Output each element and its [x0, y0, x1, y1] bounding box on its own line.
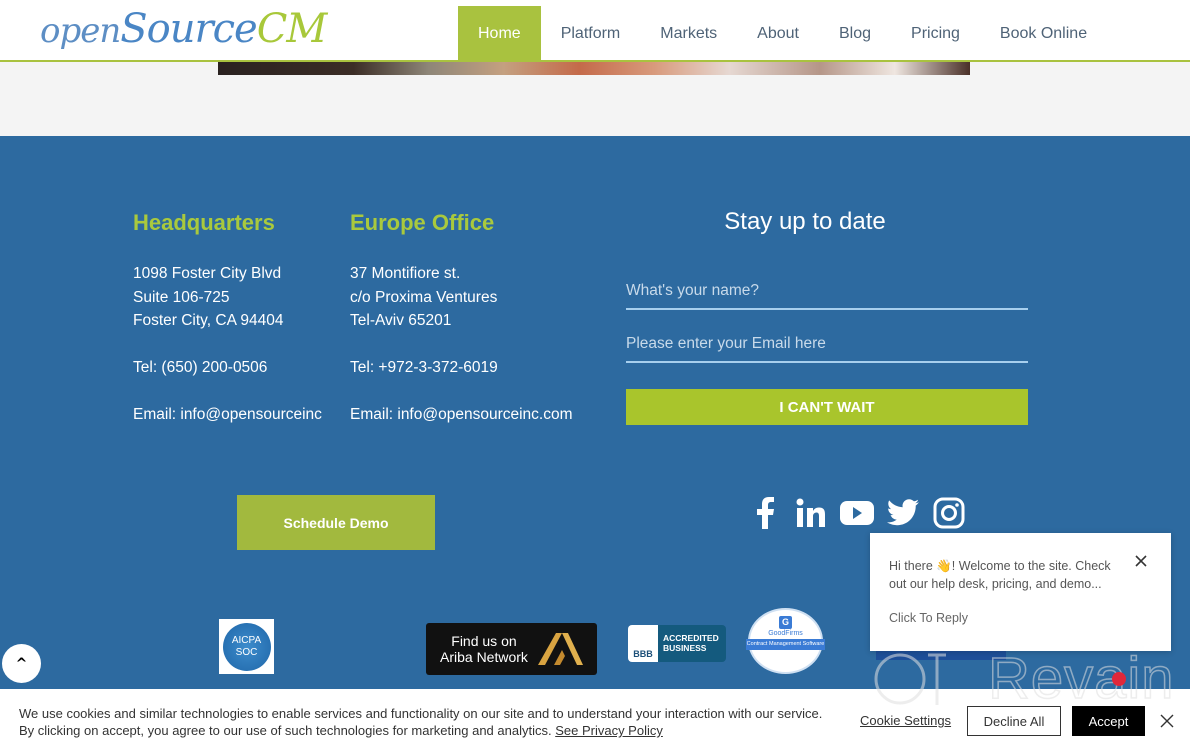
soc-label: SOC	[235, 646, 258, 658]
goodfirms-name: GoodFirms	[768, 630, 803, 637]
aicpa-soc-badge[interactable]: AICPA SOC	[219, 619, 274, 674]
main-nav: Home Platform Markets About Blog Pricing…	[458, 6, 1107, 62]
social-links	[748, 496, 966, 530]
facebook-icon[interactable]	[748, 496, 782, 530]
ariba-line2: Ariba Network	[440, 649, 528, 665]
chevron-up-icon: ^	[15, 655, 28, 672]
ariba-network-badge[interactable]: Find us on Ariba Network	[426, 623, 597, 675]
subscribe-button[interactable]: I CAN'T WAIT	[626, 389, 1028, 425]
hq-email[interactable]: Email: info@opensourceinc	[133, 403, 322, 427]
eu-address-line: 37 Montifiore st.	[350, 265, 461, 282]
site-header: openSourceCM Home Platform Markets About…	[0, 0, 1190, 62]
schedule-demo-button[interactable]: Schedule Demo	[237, 495, 435, 550]
chat-launcher-bar[interactable]	[876, 651, 1006, 660]
bbb-logo: BBB	[628, 625, 658, 662]
eu-address-line: c/o Proxima Ventures	[350, 288, 498, 306]
hq-address-line: 1098 Foster City Blvd	[133, 265, 282, 282]
chat-popup: Hi there 👋! Welcome to the site. Check o…	[870, 533, 1171, 651]
accept-button[interactable]: Accept	[1072, 706, 1145, 736]
nav-markets[interactable]: Markets	[640, 6, 737, 62]
nav-home[interactable]: Home	[458, 6, 541, 62]
hero-image	[218, 62, 970, 75]
chat-reply-link[interactable]: Click To Reply	[889, 611, 968, 625]
europe-office-info: 37 Montifiore st. c/o Proxima Ventures T…	[350, 262, 573, 427]
goodfirms-ribbon: Contract Management Software	[746, 639, 825, 650]
name-input[interactable]	[626, 274, 1028, 310]
nav-pricing[interactable]: Pricing	[891, 6, 980, 62]
notification-dot	[1112, 672, 1126, 686]
cookie-text-line1: We use cookies and similar technologies …	[19, 706, 823, 721]
goodfirms-logo-icon: G	[779, 616, 792, 629]
logo[interactable]: openSourceCM	[40, 6, 328, 52]
youtube-icon[interactable]	[840, 496, 874, 530]
twitter-icon[interactable]	[886, 496, 920, 530]
instagram-icon[interactable]	[932, 496, 966, 530]
chat-message: Hi there 👋! Welcome to the site. Check o…	[889, 559, 1111, 591]
cookie-settings-link[interactable]: Cookie Settings	[860, 713, 951, 728]
eu-address-line: Tel-Aviv 65201	[350, 312, 452, 329]
newsletter-title: Stay up to date	[724, 208, 886, 235]
logo-part-open: open	[40, 11, 121, 51]
linkedin-icon[interactable]	[794, 496, 828, 530]
goodfirms-badge[interactable]: G GoodFirms Contract Management Software	[746, 608, 825, 674]
cookie-text: We use cookies and similar technologies …	[19, 705, 822, 739]
hq-address-line: Suite 106-725	[133, 288, 230, 306]
bbb-accredited-badge[interactable]: BBB ACCREDITED BUSINESS	[628, 625, 726, 662]
cookie-banner: We use cookies and similar technologies …	[0, 689, 1190, 753]
nav-platform[interactable]: Platform	[541, 6, 641, 62]
europe-office-title: Europe Office	[350, 210, 495, 235]
cookie-close-icon[interactable]	[1160, 714, 1174, 728]
scroll-to-top-button[interactable]: ^	[2, 644, 41, 683]
ariba-line1: Find us on	[451, 633, 517, 649]
bbb-line1: ACCREDITED	[663, 633, 719, 643]
hq-address-line: Foster City, CA 94404	[133, 312, 284, 329]
nav-about[interactable]: About	[737, 6, 819, 62]
aicpa-label: AICPA	[231, 634, 262, 646]
chat-close-icon[interactable]	[1132, 552, 1150, 570]
eu-tel[interactable]: Tel: +972-3-372-6019	[350, 356, 573, 380]
email-input[interactable]	[626, 327, 1028, 363]
privacy-policy-link[interactable]: See Privacy Policy	[555, 723, 663, 738]
headquarters-info: 1098 Foster City Blvd Suite 106-725 Fost…	[133, 262, 322, 427]
logo-part-cm: CM	[256, 6, 328, 52]
ariba-logo-icon	[537, 633, 583, 665]
bbb-line2: BUSINESS	[663, 643, 707, 653]
decline-all-button[interactable]: Decline All	[967, 706, 1061, 736]
nav-book-online[interactable]: Book Online	[980, 6, 1107, 62]
logo-part-source: Source	[120, 6, 257, 52]
cookie-text-line2: By clicking on accept, you agree to our …	[19, 723, 552, 738]
nav-blog[interactable]: Blog	[819, 6, 891, 62]
hq-tel[interactable]: Tel: (650) 200-0506	[133, 356, 322, 380]
eu-email[interactable]: Email: info@opensourceinc.com	[350, 403, 573, 427]
headquarters-title: Headquarters	[133, 210, 275, 235]
